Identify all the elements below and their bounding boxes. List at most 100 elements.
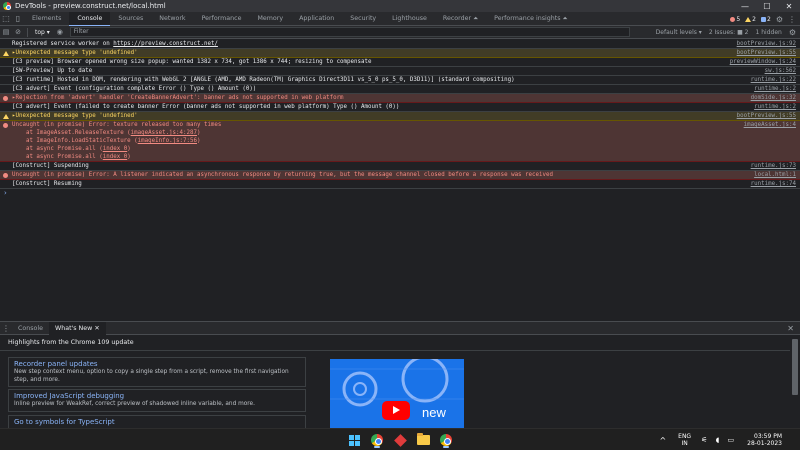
tab-elements[interactable]: Elements [24, 12, 69, 26]
close-window-button[interactable]: ✕ [778, 0, 800, 12]
console-message-info[interactable]: [C3 preview] Browser opened wrong size p… [0, 58, 800, 67]
drawer-tab-bar: ⋮ Console What's New ✕ ✕ [0, 321, 800, 335]
sidebar-toggle-icon[interactable]: ▤ [0, 26, 12, 38]
taskbar-chrome-1[interactable] [369, 432, 385, 448]
console-message-info[interactable]: [C3 advert] Event (configuration complet… [0, 85, 800, 94]
feature-title[interactable]: Improved JavaScript debugging [14, 392, 300, 401]
source-link[interactable]: bootPreview.js:55 [737, 112, 796, 120]
region-code: IN [681, 440, 688, 447]
scrollbar-thumb[interactable] [792, 339, 798, 395]
console-message-info[interactable]: [C3 advert] Event (failed to create bann… [0, 103, 800, 112]
source-link[interactable]: bootPreview.js:92 [737, 40, 796, 48]
console-message-warn[interactable]: ▸Unexpected message type 'undefined' boot… [0, 112, 800, 121]
system-tray: ^ ENG IN ⚟ ◖ ▭ 03:59 PM 28-01-2023 [659, 429, 800, 450]
source-link[interactable]: runtime.js:2 [754, 85, 796, 93]
feature-description: Inline preview for WeakRef, correct prev… [14, 401, 255, 407]
network-volume-battery-icons[interactable]: ⚟ ◖ ▭ [701, 436, 737, 444]
log-levels-dropdown[interactable]: Default levels ▾ [656, 29, 702, 36]
source-link[interactable]: runtime.js:2 [754, 103, 796, 111]
source-link[interactable]: domSide.js:32 [751, 94, 796, 102]
running-indicator [443, 446, 449, 448]
issues-button[interactable]: 2 Issues: ■ 2 [709, 29, 749, 36]
message-link[interactable]: index 0 [103, 146, 127, 152]
console-message-info[interactable]: Registered service worker on https://pre… [0, 40, 800, 49]
tab-network[interactable]: Network [151, 12, 193, 26]
tab-recorder[interactable]: Recorder ⏶ [435, 12, 486, 26]
source-link[interactable]: runtime.js:74 [751, 180, 796, 188]
maximize-button[interactable]: ☐ [756, 0, 778, 12]
message-list: Registered service worker on https://pre… [0, 40, 800, 189]
drawer-scrollbar[interactable] [791, 335, 799, 429]
tab-memory[interactable]: Memory [249, 12, 291, 26]
live-expression-eye-icon[interactable]: ◉ [54, 26, 66, 38]
filter-input[interactable]: Filter [69, 27, 630, 37]
inspect-element-icon[interactable]: ⬚ [0, 13, 12, 25]
video-thumbnail[interactable]: new [330, 359, 464, 429]
tab-performance[interactable]: Performance [194, 12, 250, 26]
drawer-tab-console[interactable]: Console [12, 322, 49, 335]
start-button[interactable] [346, 432, 362, 448]
clock-time: 03:59 PM [754, 432, 782, 440]
settings-gear-icon[interactable]: ⚙ [776, 15, 783, 24]
info-count: 2 [767, 15, 771, 23]
info-count-badge[interactable]: 2 [761, 16, 771, 23]
warning-icon [745, 16, 752, 22]
tab-console[interactable]: Console [69, 11, 111, 26]
feature-card[interactable]: Improved JavaScript debugging Inline pre… [8, 389, 306, 412]
source-link[interactable]: runtime.js:73 [751, 162, 796, 170]
tab-security[interactable]: Security [342, 12, 384, 26]
message-link[interactable]: https://preview.construct.net/ [113, 41, 218, 47]
console-message-info[interactable]: [C3 runtime] Hosted in DOM, rendering wi… [0, 76, 800, 85]
youtube-play-icon[interactable] [382, 401, 410, 420]
drawer-more-icon[interactable]: ⋮ [0, 324, 12, 333]
more-options-icon[interactable]: ⋮ [788, 15, 796, 24]
taskbar-file-explorer[interactable] [415, 432, 431, 448]
feature-card[interactable]: Go to symbols for TypeScript [8, 415, 306, 429]
console-settings-icon[interactable]: ⚙ [789, 28, 796, 37]
feature-title[interactable]: Go to symbols for TypeScript [14, 418, 300, 427]
tab-performance-insights[interactable]: Performance insights ⏶ [486, 12, 575, 26]
console-message-error[interactable]: ▸Rejection from 'advert' handler 'Create… [0, 94, 800, 103]
source-link[interactable]: previewWindow.js:24 [730, 58, 796, 66]
tab-close-icon[interactable]: ✕ [94, 325, 99, 332]
clear-console-icon[interactable]: ⊘ [12, 26, 24, 38]
warning-count-badge[interactable]: 2 [745, 16, 756, 23]
taskbar-app-red[interactable] [392, 432, 408, 448]
close-drawer-icon[interactable]: ✕ [787, 324, 794, 333]
clock[interactable]: 03:59 PM 28-01-2023 [747, 433, 782, 448]
tab-sources[interactable]: Sources [110, 12, 151, 26]
drawer-tab-whats-new[interactable]: What's New ✕ [49, 321, 106, 335]
drawer-tab-whats-new-label: What's New [55, 324, 93, 332]
error-icon [3, 95, 8, 101]
console-message-error[interactable]: Uncaught (in promise) Error: texture rel… [0, 121, 800, 162]
minimize-button[interactable]: — [734, 0, 756, 12]
console-message-info[interactable]: [Construct] Suspending runtime.js:73 [0, 162, 800, 171]
context-selector[interactable]: top ▾ [35, 29, 50, 36]
tab-lighthouse[interactable]: Lighthouse [384, 12, 435, 26]
message-link[interactable]: index 0 [103, 154, 127, 160]
source-link[interactable]: local.html:1 [754, 171, 796, 179]
source-link[interactable]: bootPreview.js:55 [737, 49, 796, 57]
console-message-info[interactable]: [SW-Preview] Up to date sw.js:562 [0, 67, 800, 76]
show-hidden-icons-chevron-icon[interactable]: ^ [659, 436, 666, 445]
console-prompt[interactable]: › [0, 189, 800, 198]
feature-card[interactable]: Recorder panel updates New step context … [8, 357, 306, 387]
error-icon [3, 172, 8, 178]
tab-application[interactable]: Application [291, 12, 342, 26]
language-indicator[interactable]: ENG IN [678, 433, 691, 447]
console-message-info[interactable]: [Construct] Resuming runtime.js:74 [0, 180, 800, 189]
console-message-error[interactable]: Uncaught (in promise) Error: A listener … [0, 171, 800, 180]
window-title: DevTools - preview.construct.net/local.h… [15, 2, 166, 10]
message-link[interactable]: imageAsset.js:4:287 [131, 130, 197, 136]
source-link[interactable]: imageAsset.js:4 [744, 121, 796, 129]
error-icon [730, 16, 736, 22]
source-link[interactable]: sw.js:562 [765, 67, 796, 75]
feature-title[interactable]: Recorder panel updates [14, 360, 300, 369]
source-link[interactable]: runtime.js:22 [751, 76, 796, 84]
device-toolbar-icon[interactable]: ▯ [12, 13, 24, 25]
taskbar-chrome-2[interactable] [438, 432, 454, 448]
message-link[interactable]: imageInfo.js:7:56 [138, 138, 197, 144]
console-message-warn[interactable]: ▸Unexpected message type 'undefined' boot… [0, 49, 800, 58]
error-count-badge[interactable]: 5 [730, 16, 740, 23]
chrome-icon [371, 434, 383, 446]
